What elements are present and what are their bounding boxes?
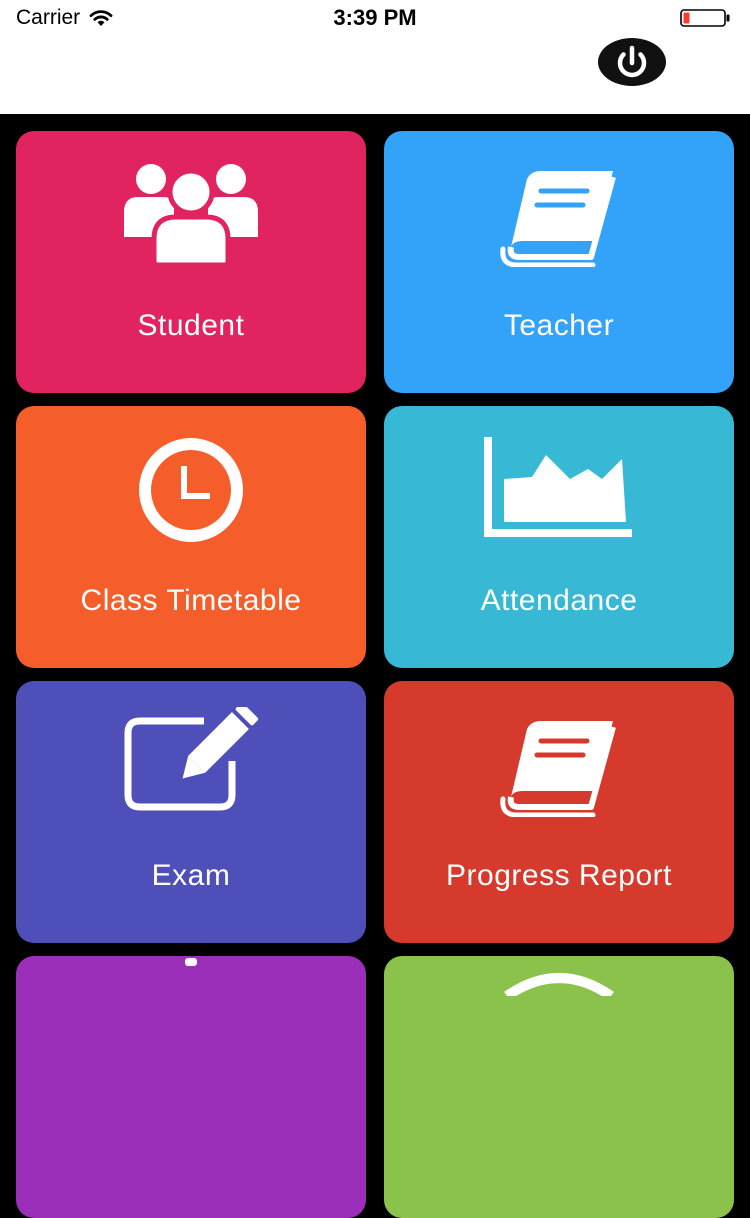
edit-icon bbox=[16, 707, 366, 817]
book-icon bbox=[384, 157, 734, 267]
clock-icon bbox=[16, 432, 366, 542]
tile-label: Attendance bbox=[480, 584, 638, 617]
battery-icon bbox=[680, 9, 730, 27]
area-chart-icon bbox=[384, 432, 734, 542]
power-icon bbox=[598, 38, 666, 86]
module-grid: Student Teacher Class Timetable Attendan… bbox=[0, 114, 750, 1218]
tile-exam[interactable]: Exam bbox=[16, 681, 366, 943]
users-icon bbox=[16, 157, 366, 267]
tile-label: Student bbox=[137, 309, 245, 342]
tile-class-timetable[interactable]: Class Timetable bbox=[16, 406, 366, 668]
app-header bbox=[0, 38, 750, 114]
book-icon bbox=[384, 707, 734, 817]
tile-label: Progress Report bbox=[446, 859, 672, 892]
tile-student[interactable]: Student bbox=[16, 131, 366, 393]
status-bar: Carrier 3:39 PM bbox=[0, 0, 750, 38]
stopwatch-icon bbox=[16, 956, 366, 986]
tile-partial-right[interactable] bbox=[384, 956, 734, 1218]
tile-partial-left[interactable] bbox=[16, 956, 366, 1218]
tile-label: Exam bbox=[151, 859, 231, 892]
tile-teacher[interactable]: Teacher bbox=[384, 131, 734, 393]
power-button[interactable] bbox=[596, 38, 668, 86]
round-icon bbox=[384, 956, 734, 996]
tile-label: Class Timetable bbox=[80, 584, 302, 617]
status-time: 3:39 PM bbox=[333, 5, 417, 30]
tile-attendance[interactable]: Attendance bbox=[384, 406, 734, 668]
tile-progress-report[interactable]: Progress Report bbox=[384, 681, 734, 943]
tile-label: Teacher bbox=[503, 309, 615, 342]
